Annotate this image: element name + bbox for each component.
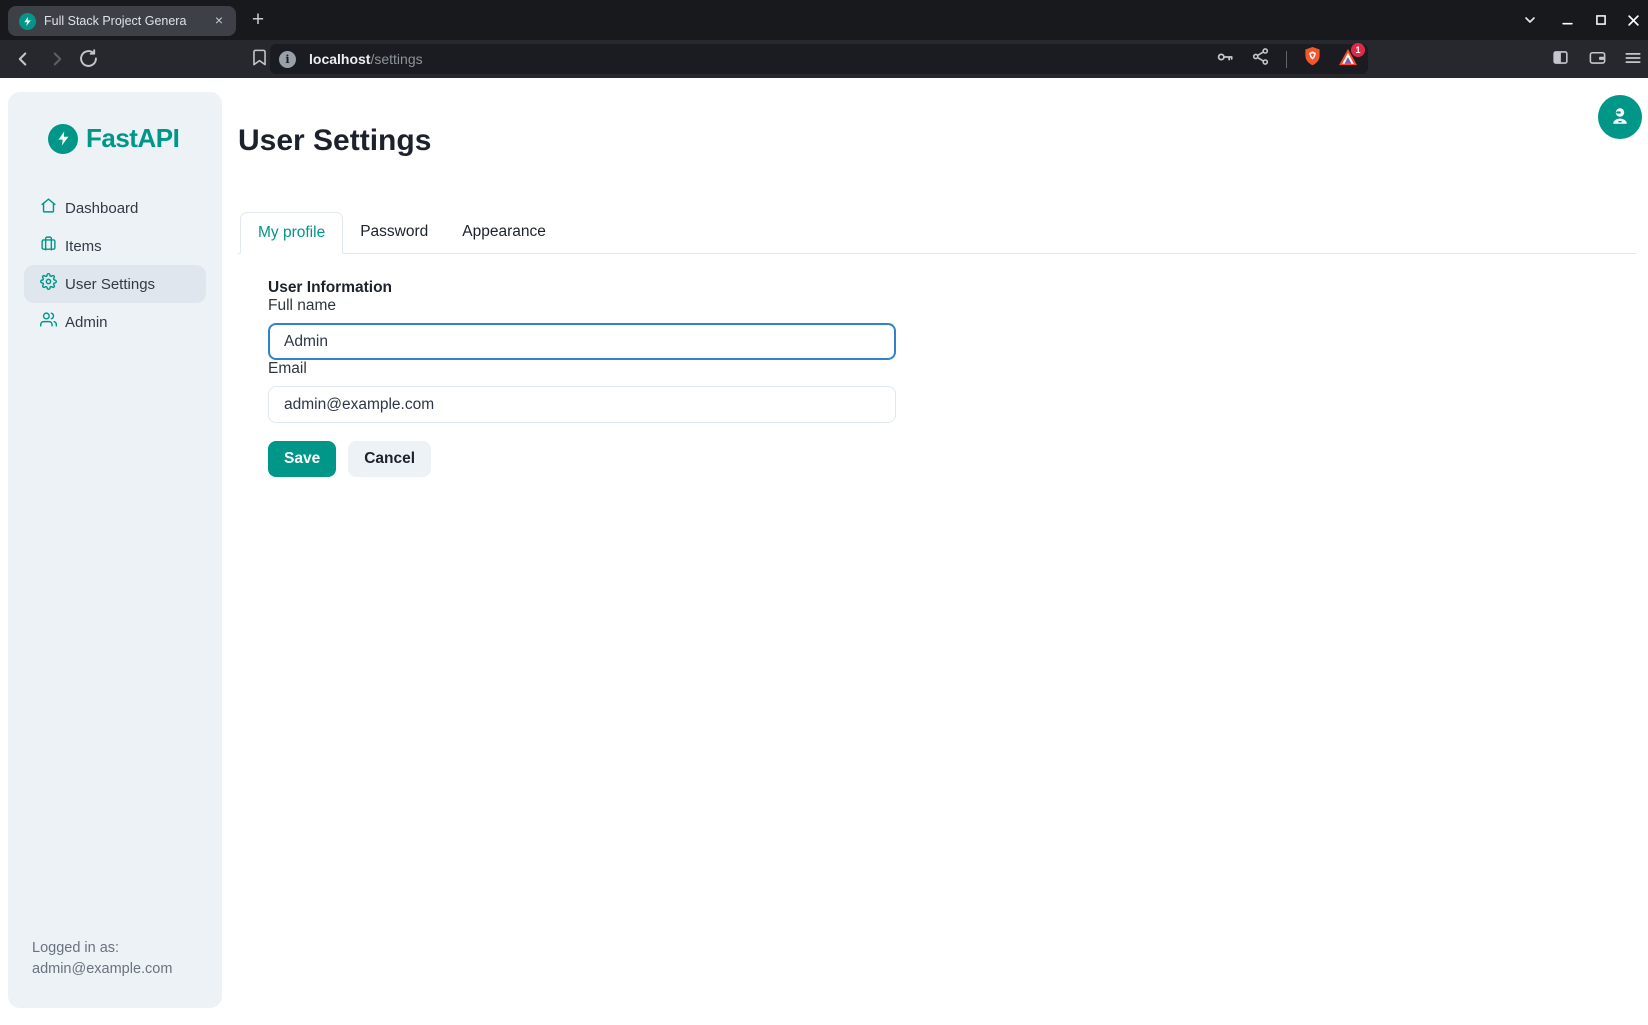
sidebar: FastAPI Dashboard Items User Settings — [8, 92, 222, 1008]
browser-tab[interactable]: Full Stack Project Genera × — [8, 6, 236, 36]
wallet-icon[interactable] — [1588, 48, 1610, 70]
bookmark-icon[interactable] — [250, 48, 272, 70]
sidebar-item-label: Items — [65, 238, 102, 255]
close-window-icon[interactable] — [1626, 0, 1641, 40]
sidebar-item-label: User Settings — [65, 276, 155, 293]
full-name-input[interactable] — [268, 323, 896, 360]
email-input[interactable] — [268, 386, 896, 423]
fastapi-logo-text: FastAPI — [86, 123, 179, 154]
browser-tab-strip: Full Stack Project Genera × + — [0, 0, 1648, 40]
save-button[interactable]: Save — [268, 441, 336, 477]
forward-icon[interactable] — [46, 48, 68, 70]
brave-shield-icon[interactable] — [1303, 46, 1322, 72]
sidebar-item-user-settings[interactable]: User Settings — [24, 265, 206, 303]
toolbar-divider — [1286, 51, 1287, 68]
sidebar-item-label: Dashboard — [65, 200, 138, 217]
logged-in-label: Logged in as: — [32, 938, 198, 959]
tab-close-icon[interactable]: × — [210, 12, 228, 30]
settings-tabs: My profile Password Appearance — [238, 212, 1636, 254]
sidebar-item-label: Admin — [65, 314, 108, 331]
sidebar-toggle-icon[interactable] — [1551, 48, 1573, 70]
minimize-window-icon[interactable] — [1560, 0, 1575, 40]
new-tab-button[interactable]: + — [246, 8, 270, 32]
site-info-icon[interactable]: i — [279, 51, 296, 68]
menu-hamburger-icon[interactable] — [1623, 48, 1645, 70]
back-icon[interactable] — [12, 48, 34, 70]
url-path: /settings — [370, 51, 422, 67]
full-name-label: Full name — [268, 297, 336, 314]
app-page: FastAPI Dashboard Items User Settings — [0, 78, 1648, 1025]
fastapi-logo: FastAPI — [48, 123, 222, 154]
fastapi-bolt-icon — [48, 124, 78, 154]
url-host: localhost — [309, 51, 370, 67]
home-icon — [40, 197, 57, 219]
brave-rewards-icon[interactable]: 1 — [1338, 48, 1358, 71]
logged-in-footer: Logged in as: admin@example.com — [8, 938, 222, 1008]
tab-title-fade — [186, 6, 212, 36]
key-icon[interactable] — [1215, 47, 1235, 72]
tab-my-profile[interactable]: My profile — [240, 212, 343, 254]
users-icon — [40, 311, 57, 333]
browser-toolbar: i localhost/settings 1 — [0, 40, 1648, 78]
url-bar[interactable]: i localhost/settings 1 — [270, 44, 1368, 74]
sidebar-item-items[interactable]: Items — [24, 227, 206, 265]
tab-search-chevron-icon[interactable] — [1522, 0, 1538, 40]
fastapi-favicon-icon — [19, 13, 36, 30]
sidebar-item-admin[interactable]: Admin — [24, 303, 206, 341]
sidebar-item-dashboard[interactable]: Dashboard — [24, 189, 206, 227]
tab-password[interactable]: Password — [343, 212, 445, 253]
profile-form: User Information Full name Email Save Ca… — [268, 279, 1636, 477]
gear-icon — [40, 273, 57, 295]
user-menu-button[interactable] — [1598, 95, 1642, 139]
briefcase-icon — [40, 235, 57, 257]
tab-appearance[interactable]: Appearance — [445, 212, 563, 253]
page-title: User Settings — [238, 124, 1636, 158]
cancel-button[interactable]: Cancel — [348, 441, 431, 477]
astronaut-user-icon — [1609, 105, 1631, 130]
maximize-window-icon[interactable] — [1594, 0, 1608, 40]
email-label: Email — [268, 360, 307, 377]
sidebar-nav: Dashboard Items User Settings Admin — [8, 189, 222, 341]
form-actions: Save Cancel — [268, 441, 1636, 477]
main-content: User Settings My profile Password Appear… — [222, 78, 1648, 1025]
reload-icon[interactable] — [78, 48, 100, 70]
section-title: User Information — [268, 279, 1636, 297]
share-icon[interactable] — [1251, 47, 1270, 71]
rewards-badge: 1 — [1351, 43, 1365, 57]
logged-in-email: admin@example.com — [32, 959, 198, 980]
